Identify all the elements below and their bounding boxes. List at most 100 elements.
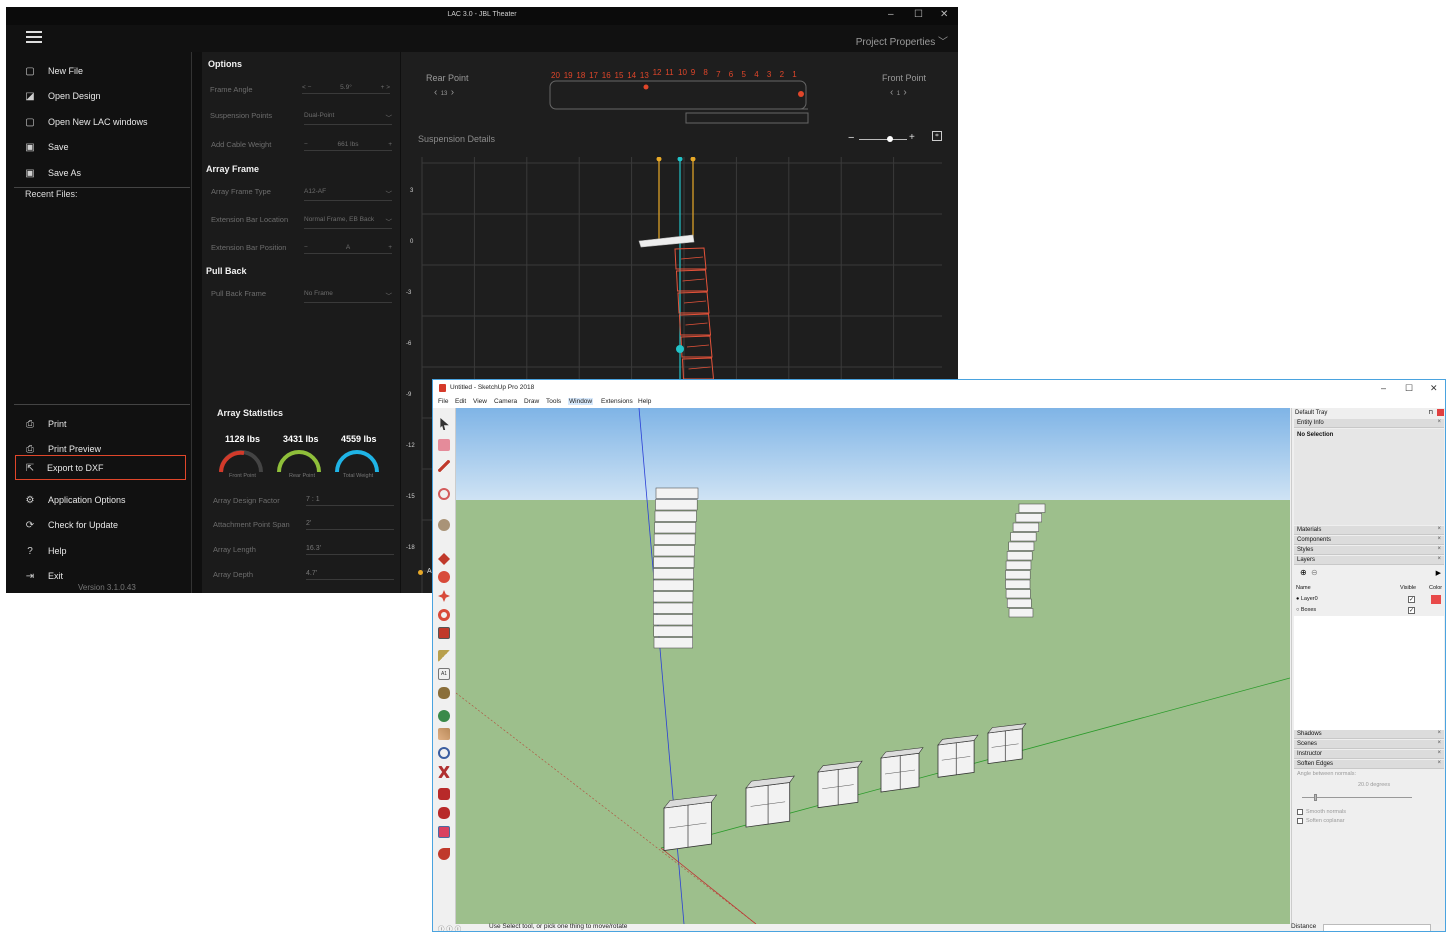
plus-icon[interactable]: + [388,141,392,148]
chevron-right-icon[interactable]: › [451,87,454,98]
distance-input[interactable] [1323,924,1431,931]
select-tool-icon[interactable] [440,418,449,430]
minus-icon[interactable]: − [304,141,308,148]
menu-extensions[interactable]: Extensions [601,398,633,405]
menu-export-dxf[interactable]: ⇱ Export to DXF [15,455,186,480]
frame-angle-stepper[interactable]: < − 5.9° + > [302,84,390,94]
minimize-icon[interactable]: – [1381,383,1386,393]
zoom-slider-handle[interactable] [887,136,893,142]
close-icon[interactable]: × [1437,419,1441,425]
menu-help[interactable]: ? Help [6,539,192,564]
fit-view-icon[interactable]: ⌗ [932,131,942,141]
close-icon[interactable]: × [1437,546,1441,552]
panel-soften-edges[interactable]: Soften Edges × [1294,760,1444,769]
menu-application-options[interactable]: ⚙ Application Options [6,488,192,513]
boxes-visible-checkbox[interactable]: ✓ [1408,607,1415,614]
text-tool-icon[interactable]: A1 [438,668,450,680]
ext-bar-location-select[interactable]: Normal Frame, EB Back ﹀ [304,216,392,229]
tape-measure-tool-icon[interactable] [438,650,450,662]
soften-coplanar-checkbox[interactable] [1297,818,1303,824]
extension-manager-icon[interactable] [438,848,450,860]
menu-save[interactable]: ▣ Save [6,135,192,160]
layer-row-boxes[interactable]: ○ Boxes [1296,607,1316,613]
close-icon[interactable]: × [1437,556,1441,562]
close-icon[interactable]: × [1437,730,1441,736]
panel-scenes[interactable]: Scenes × [1294,740,1444,749]
remove-layer-icon[interactable]: ⊖ [1311,568,1318,577]
menu-print[interactable]: ⎙ Print [6,412,192,437]
paint-bucket-tool-icon[interactable] [438,687,450,699]
ext-bar-position-stepper[interactable]: − A + [304,244,392,254]
minus-icon[interactable]: − [304,244,308,251]
rotate-tool-icon[interactable] [438,609,450,621]
3d-viewport[interactable] [456,408,1290,924]
angle-slider-handle[interactable] [1314,794,1317,801]
close-icon[interactable]: × [1437,740,1441,746]
eraser-tool-icon[interactable] [438,439,450,451]
layout-icon[interactable] [438,826,450,838]
close-icon[interactable]: × [1437,526,1441,532]
menu-save-as[interactable]: ▣ Save As [6,161,192,186]
menu-help[interactable]: Help [638,398,651,405]
angle-slider[interactable] [1302,797,1412,798]
zoom-slider[interactable] [859,139,907,140]
zoom-extents-tool-icon[interactable] [438,766,450,778]
menu-open-design[interactable]: ◪ Open Design [6,84,192,109]
rear-point-selector[interactable]: ‹ 13 › [434,87,454,98]
layer0-visible-checkbox[interactable]: ✓ [1408,596,1415,603]
close-icon[interactable]: ✕ [1430,383,1438,394]
zoom-tool-icon[interactable] [438,747,450,759]
menu-camera[interactable]: Camera [494,398,517,405]
decrement-icon[interactable]: < − [302,84,311,91]
menu-check-update[interactable]: ⟳ Check for Update [6,513,192,538]
minimize-icon[interactable]: – [888,9,894,20]
close-icon[interactable]: × [1437,760,1441,766]
cable-weight-stepper[interactable]: − 661 lbs + [304,141,392,151]
orbit-tool-icon[interactable] [438,710,450,722]
layer-row-layer0[interactable]: ● Layer0 [1296,596,1318,602]
panel-materials[interactable]: Materials × [1294,526,1444,535]
close-icon[interactable]: × [1437,750,1441,756]
move-tool-icon[interactable] [438,590,450,602]
chevron-left-icon[interactable]: ‹ [434,87,437,98]
tray-close-icon[interactable] [1437,409,1444,416]
menu-window[interactable]: Window [568,398,594,405]
array-frame-type-select[interactable]: A12-AF ﹀ [304,188,392,201]
menu-view[interactable]: View [473,398,487,405]
zoom-out-icon[interactable]: − [848,132,854,144]
plus-icon[interactable]: + [388,244,392,251]
push-pull-tool-icon[interactable] [438,553,450,565]
panel-instructor[interactable]: Instructor × [1294,750,1444,759]
layer-details-icon[interactable]: ▶ [1436,569,1441,577]
add-layer-icon[interactable]: ⊕ [1300,568,1307,577]
panel-shadows[interactable]: Shadows × [1294,730,1444,739]
extension-warehouse-icon[interactable] [438,807,450,819]
maximize-icon[interactable]: ☐ [914,9,923,20]
close-icon[interactable]: × [1437,536,1441,542]
panel-layers[interactable]: Layers × [1294,556,1444,565]
menu-tools[interactable]: Tools [546,398,561,405]
menu-new-file[interactable]: ▢ New File [6,59,192,84]
panel-styles[interactable]: Styles × [1294,546,1444,555]
chevron-left-icon[interactable]: ‹ [890,87,893,98]
arc-tool-icon[interactable] [438,488,450,500]
increment-icon[interactable]: + > [381,84,390,91]
offset-tool-icon[interactable] [438,571,450,583]
hamburger-menu-icon[interactable] [26,31,42,43]
menu-file[interactable]: File [438,398,448,405]
close-icon[interactable]: ✕ [940,9,948,20]
pull-back-frame-select[interactable]: No Frame ﹀ [304,290,392,303]
smooth-normals-checkbox[interactable] [1297,809,1303,815]
layer0-color-swatch[interactable] [1431,595,1441,604]
menu-edit[interactable]: Edit [455,398,466,405]
menu-open-new-window[interactable]: ▢ Open New LAC windows [6,110,192,135]
front-point-selector[interactable]: ‹ 1 › [890,87,907,98]
chevron-right-icon[interactable]: › [903,87,906,98]
geo-location-icon[interactable]: ⓘ ⓘ ⓘ [438,923,461,931]
menu-draw[interactable]: Draw [524,398,539,405]
line-tool-icon[interactable] [438,460,450,472]
project-properties-dropdown[interactable]: Project Properties ﹀ [856,33,948,48]
pan-tool-icon[interactable] [438,728,450,740]
pin-icon[interactable]: ⊓ [1428,409,1433,416]
scale-tool-icon[interactable] [438,627,450,639]
